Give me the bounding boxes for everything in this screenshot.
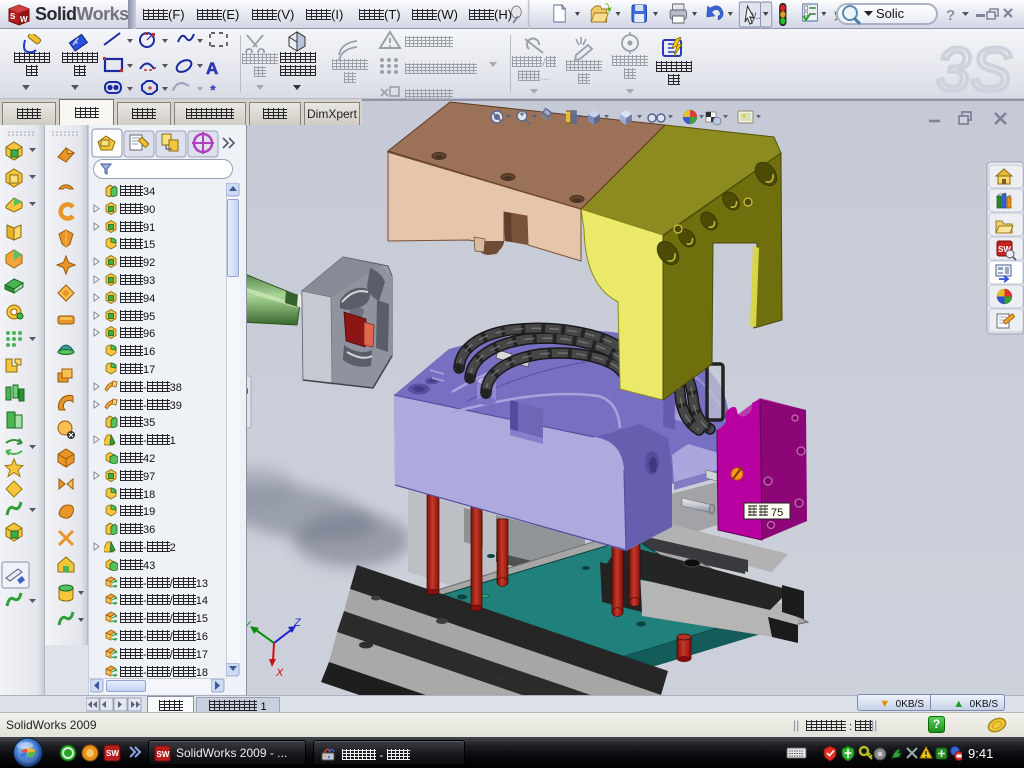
svg-text:*: *	[210, 82, 216, 99]
svg-text:?: ?	[946, 7, 955, 24]
svg-text:Solic: Solic	[876, 6, 905, 21]
svg-text:S: S	[10, 12, 16, 21]
svg-text:3S: 3S	[936, 36, 1012, 99]
svg-text:SW: SW	[106, 749, 119, 758]
svg-text:75: 75	[771, 507, 783, 519]
svg-text:SW: SW	[157, 750, 170, 759]
svg-text:y..: y..	[751, 9, 761, 22]
svg-text:X: X	[275, 667, 284, 679]
svg-text:A: A	[206, 59, 218, 78]
svg-text:Z: Z	[293, 617, 302, 629]
svg-text:W: W	[20, 15, 28, 24]
